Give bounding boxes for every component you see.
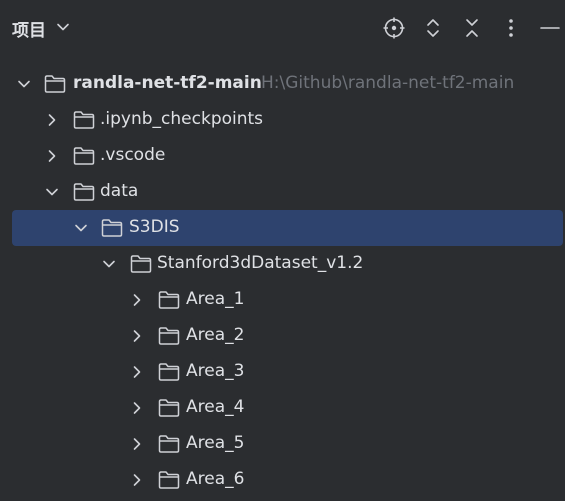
chevron-right-icon[interactable] [130,437,144,451]
tree-item-label: Area_5 [186,433,245,453]
expand-all-icon[interactable] [421,16,445,40]
project-tree: randla-net-tf2-main H:\Github\randla-net… [0,66,565,498]
chevron-right-icon[interactable] [45,113,59,127]
more-icon[interactable] [499,16,523,40]
folder-icon [158,435,180,453]
project-panel-header: 项目 [0,0,565,56]
tree-root-row[interactable]: randla-net-tf2-main H:\Github\randla-net… [0,66,565,102]
panel-title[interactable]: 项目 [12,16,46,41]
tree-root-label: randla-net-tf2-main [73,73,262,93]
folder-icon [73,147,95,165]
chevron-down-icon[interactable] [45,185,59,199]
tree-item-label: data [100,181,139,201]
collapse-all-icon[interactable] [460,16,484,40]
tree-item-area-5[interactable]: Area_5 [0,426,565,462]
folder-icon [158,399,180,417]
tree-item-ipynb-checkpoints[interactable]: .ipynb_checkpoints [0,102,565,138]
folder-icon [44,75,66,93]
tree-item-stanford3ddataset[interactable]: Stanford3dDataset_v1.2 [0,246,565,282]
folder-icon [158,327,180,345]
tree-item-s3dis[interactable]: S3DIS [0,210,565,246]
chevron-down-icon[interactable] [74,221,88,235]
folder-icon [73,111,95,129]
tree-item-area-4[interactable]: Area_4 [0,390,565,426]
folder-icon [158,471,180,489]
tree-item-label: Area_4 [186,397,245,417]
tree-item-label: .vscode [100,145,166,165]
folder-icon [101,219,123,237]
folder-icon [158,291,180,309]
folder-icon [130,255,152,273]
chevron-right-icon[interactable] [130,401,144,415]
folder-icon [73,183,95,201]
tree-item-label: Area_3 [186,361,245,381]
tree-item-area-6[interactable]: Area_6 [0,462,565,498]
minimize-icon[interactable] [538,16,562,40]
chevron-right-icon[interactable] [130,365,144,379]
tree-item-label: S3DIS [129,217,180,237]
chevron-down-icon[interactable] [17,77,31,91]
tree-item-label: .ipynb_checkpoints [100,109,264,129]
chevron-down-icon[interactable] [56,20,70,34]
chevron-right-icon[interactable] [130,329,144,343]
chevron-right-icon[interactable] [130,293,144,307]
tree-item-vscode[interactable]: .vscode [0,138,565,174]
tree-item-label: Area_1 [186,289,245,309]
tree-root-path: H:\Github\randla-net-tf2-main [261,73,515,93]
tree-item-label: Area_2 [186,325,245,345]
tree-item-label: Stanford3dDataset_v1.2 [157,253,364,273]
chevron-down-icon[interactable] [102,257,116,271]
tree-item-area-1[interactable]: Area_1 [0,282,565,318]
tree-item-area-2[interactable]: Area_2 [0,318,565,354]
tree-item-area-3[interactable]: Area_3 [0,354,565,390]
crosshair-icon[interactable] [382,16,406,40]
tree-item-label: Area_6 [186,469,245,489]
folder-icon [158,363,180,381]
chevron-right-icon[interactable] [45,149,59,163]
tree-item-data[interactable]: data [0,174,565,210]
chevron-right-icon[interactable] [130,473,144,487]
